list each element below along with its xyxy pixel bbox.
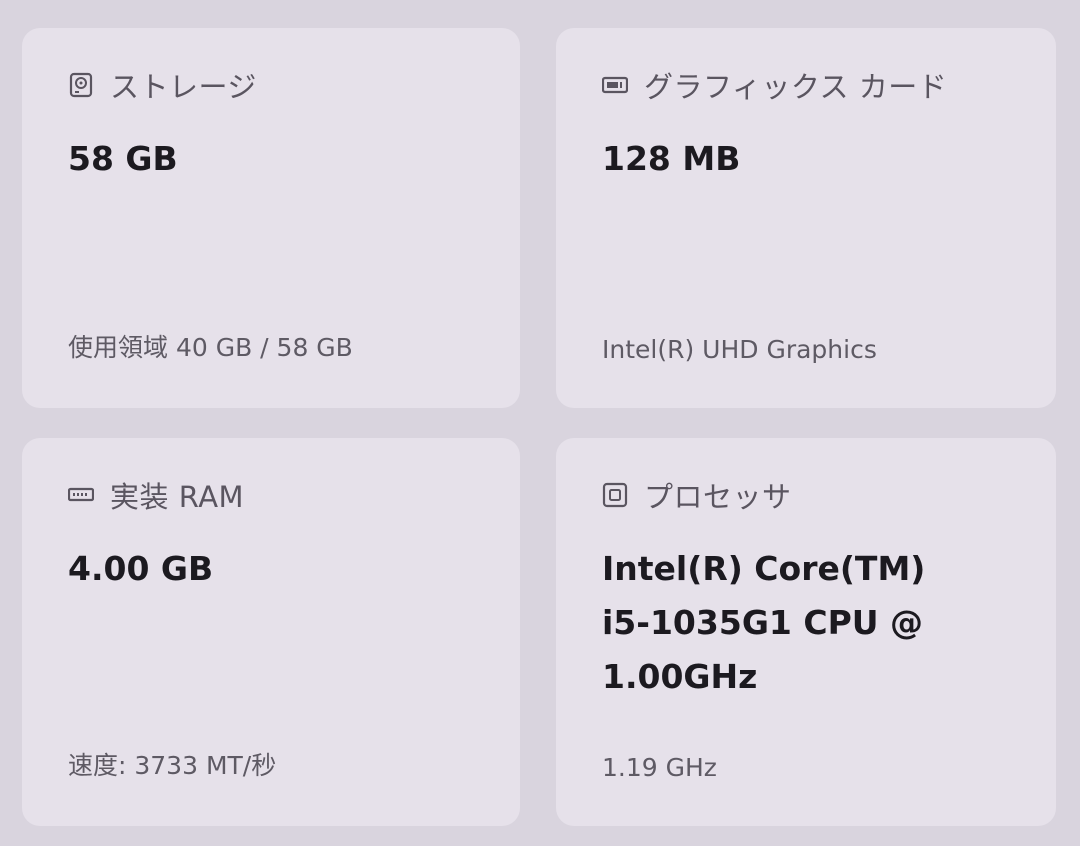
storage-title: ストレージ xyxy=(110,70,257,104)
processor-header: プロセッサ xyxy=(602,474,792,516)
graphics-card-value: 128 MB xyxy=(602,139,741,178)
storage-icon xyxy=(68,72,94,98)
processor-name-line: i5-1035G1 CPU @ xyxy=(602,603,924,642)
storage-value: 58 GB xyxy=(68,139,178,178)
processor-name-line: 1.00GHz xyxy=(602,657,758,696)
processor-value: Intel(R) Core(TM) i5-1035G1 CPU @ 1.00GH… xyxy=(602,542,1002,704)
storage-usage: 使用領域 40 GB / 58 GB xyxy=(68,333,353,362)
memory-icon xyxy=(68,482,94,508)
graphics-card-icon xyxy=(602,72,628,98)
storage-card: ストレージ 58 GB 使用領域 40 GB / 58 GB xyxy=(22,28,520,408)
processor-icon xyxy=(602,482,628,508)
processor-title: プロセッサ xyxy=(644,480,792,514)
ram-header: 実装 RAM xyxy=(68,474,244,516)
ram-speed: 速度: 3733 MT/秒 xyxy=(68,751,277,780)
graphics-card-title: グラフィックス カード xyxy=(644,70,948,104)
graphics-card-header: グラフィックス カード xyxy=(602,64,947,106)
processor-card: プロセッサ Intel(R) Core(TM) i5-1035G1 CPU @ … xyxy=(556,438,1056,826)
ram-value: 4.00 GB xyxy=(68,549,214,588)
processor-speed: 1.19 GHz xyxy=(602,753,717,782)
ram-title: 実装 RAM xyxy=(110,480,245,514)
ram-card: 実装 RAM 4.00 GB 速度: 3733 MT/秒 xyxy=(22,438,520,826)
graphics-card-card: グラフィックス カード 128 MB Intel(R) UHD Graphics xyxy=(556,28,1056,408)
storage-header: ストレージ xyxy=(68,64,257,106)
graphics-card-name: Intel(R) UHD Graphics xyxy=(602,335,877,364)
processor-name-line: Intel(R) Core(TM) xyxy=(602,549,926,588)
